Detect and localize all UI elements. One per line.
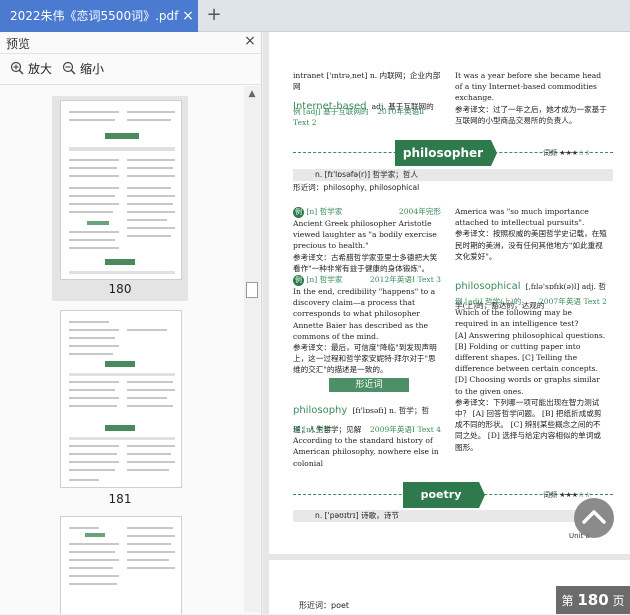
example-source: 2012年英语I Text 3	[369, 275, 441, 284]
pdf-viewer: 2022朱伟《恋词5500词》.pdf × + 预览 × 放大 缩小 180 1…	[0, 0, 630, 614]
example-english: In the end, credibility "happens" to a d…	[293, 287, 436, 341]
example-source: 2009年英语I Text 4	[369, 425, 441, 434]
example-source: 2004年完形	[398, 207, 441, 216]
pdf-page: intranet ['ɪntrəˌnet] n. 内联网；企业内部网 Inter…	[269, 32, 630, 554]
thumbnail-page-number: 181	[108, 492, 132, 506]
example-source: 2007年英语 Text 2	[538, 297, 607, 306]
banner-word: philosopher	[395, 140, 497, 166]
scroll-up-arrow-icon[interactable]: ▲	[244, 86, 260, 102]
zoom-in-label: 放大	[28, 62, 53, 76]
example-tag: [n] 哲学家	[306, 207, 343, 216]
part-of-speech-bar: n. ['pəʊɪtrɪ] 诗歌，诗节	[293, 510, 613, 522]
right-top-english: It was a year before she became head of …	[455, 71, 602, 103]
example-badge-icon: 例	[293, 207, 304, 218]
tab-close-button[interactable]: ×	[180, 0, 196, 32]
sidebar-close-button[interactable]: ×	[242, 33, 258, 51]
example-philosophical: 例 [adj] 哲学(上)的 2007年英语 Text 2 Which of t…	[455, 296, 607, 453]
document-tab-title: 2022朱伟《恋词5500词》.pdf	[10, 9, 179, 23]
page-indicator-suffix: 页	[612, 594, 625, 608]
word-frequency: 词频 ★★★☆☆	[543, 149, 591, 157]
sidebar-scrollbar[interactable]: ▲	[244, 86, 260, 612]
example-english: According to the standard history of Ame…	[293, 436, 439, 468]
derivatives-line: 形近词：philosophy, philosophical	[293, 183, 420, 192]
zoom-out-label: 缩小	[80, 62, 105, 76]
sidebar-title: 预览	[6, 37, 31, 51]
page-indicator-number: 180	[577, 591, 609, 609]
sidebar-header: 预览 ×	[0, 32, 262, 54]
chevron-up-icon	[582, 510, 606, 524]
back-to-top-button[interactable]	[574, 498, 614, 538]
example-tag: 例 [adj] 基于互联网的	[293, 107, 369, 116]
headword-philosophical: philosophical	[455, 281, 521, 292]
thumbnail-list: 180 181	[0, 88, 244, 614]
example-philosopher-2: 例 [n] 哲学家 2012年英语I Text 3 In the end, cr…	[293, 274, 441, 376]
page-thumbnail-180[interactable]	[60, 100, 182, 280]
zoom-in-button[interactable]: 放大	[10, 58, 52, 80]
intranet-line: intranet ['ɪntrəˌnet] n. 内联网；企业内部网	[293, 71, 441, 92]
right-mid-chinese: 参考译文：按照权威的美国哲学史记载，在殖民时期的美洲，没有任何其他地方"如此重视…	[455, 229, 607, 261]
word-banner-philosopher: philosopher 词频 ★★★☆☆	[293, 140, 613, 166]
zoom-out-icon	[62, 61, 76, 75]
headword-philosophy: philosophy	[293, 405, 348, 416]
right-mid-english: America was "so much importance attached…	[455, 207, 589, 228]
example-tag: 例 [adj] 哲学(上)的	[455, 297, 522, 306]
tab-bar: 2022朱伟《恋词5500词》.pdf × +	[0, 0, 630, 32]
right-mid-paragraph: America was "so much importance attached…	[455, 206, 607, 262]
example-badge-icon: 例	[293, 275, 304, 286]
similar-words-label: 形近词	[329, 378, 409, 392]
example-tag: [n] 哲学家	[306, 275, 343, 284]
part-of-speech-bar: n. [fɪ'lɒsəfə(r)] 哲学家；哲人	[293, 169, 613, 181]
zoom-in-icon	[10, 61, 24, 75]
document-tab[interactable]: 2022朱伟《恋词5500词》.pdf	[0, 0, 198, 32]
example-english: Which of the following may be required i…	[455, 308, 579, 329]
preview-sidebar: 预览 × 放大 缩小 180 181 ▲	[0, 32, 262, 614]
right-top-paragraph: It was a year before she became head of …	[455, 70, 607, 126]
sidebar-divider	[0, 84, 262, 85]
example-english: Ancient Greek philosopher Aristotle view…	[293, 219, 437, 251]
page-indicator: 第 180 页	[556, 586, 630, 614]
example-line: 例 [adj] 基于互联网的 2010年英语Ⅱ Text 2	[293, 106, 441, 128]
banner-word: poetry	[403, 482, 485, 508]
example-philosopher-1: 例 [n] 哲学家 2004年完形 Ancient Greek philosop…	[293, 206, 441, 274]
example-chinese: 参考译文：最后，可信度"降临"到发现声明上，这一过程和哲学家安妮特·拜尔对于"思…	[293, 343, 437, 375]
page-indicator-prefix: 第	[561, 594, 574, 608]
intranet-entry: intranet ['ɪntrəˌnet] n. 内联网；企业内部网	[293, 70, 441, 92]
right-top-chinese: 参考译文：过了一年之后，她才成为一家基于互联网的小型商品交易所的负责人。	[455, 104, 607, 125]
thumbnail-page-number: 180	[108, 282, 132, 296]
word-banner-poetry: poetry 词频 ★★★☆☆	[293, 482, 613, 508]
zoom-out-button[interactable]: 缩小	[62, 58, 104, 80]
example-options: [A] Answering philosophical questions. […	[455, 330, 606, 396]
zoom-toolbar: 放大 缩小	[0, 58, 262, 82]
new-tab-button[interactable]: +	[204, 0, 224, 32]
page-thumbnail-182[interactable]	[60, 516, 182, 614]
example-tag: 例 [n] 哲学	[293, 425, 332, 434]
page-thumbnail-181[interactable]	[60, 310, 182, 488]
example-philosophy: 例 [n] 哲学 2009年英语I Text 4 According to th…	[293, 424, 441, 469]
example-chinese: 参考译文：下列哪一项可能出现在智力测试中？ [A] 回答哲学问题。 [B] 把纸…	[455, 397, 602, 452]
scrollbar-thumb[interactable]	[246, 282, 258, 298]
example-chinese: 参考译文：古希腊哲学家亚里士多德把大笑看作"一种非常有益于健康的身体锻炼"。	[293, 252, 438, 273]
next-page-derivatives: 形近词：poet	[299, 601, 350, 610]
